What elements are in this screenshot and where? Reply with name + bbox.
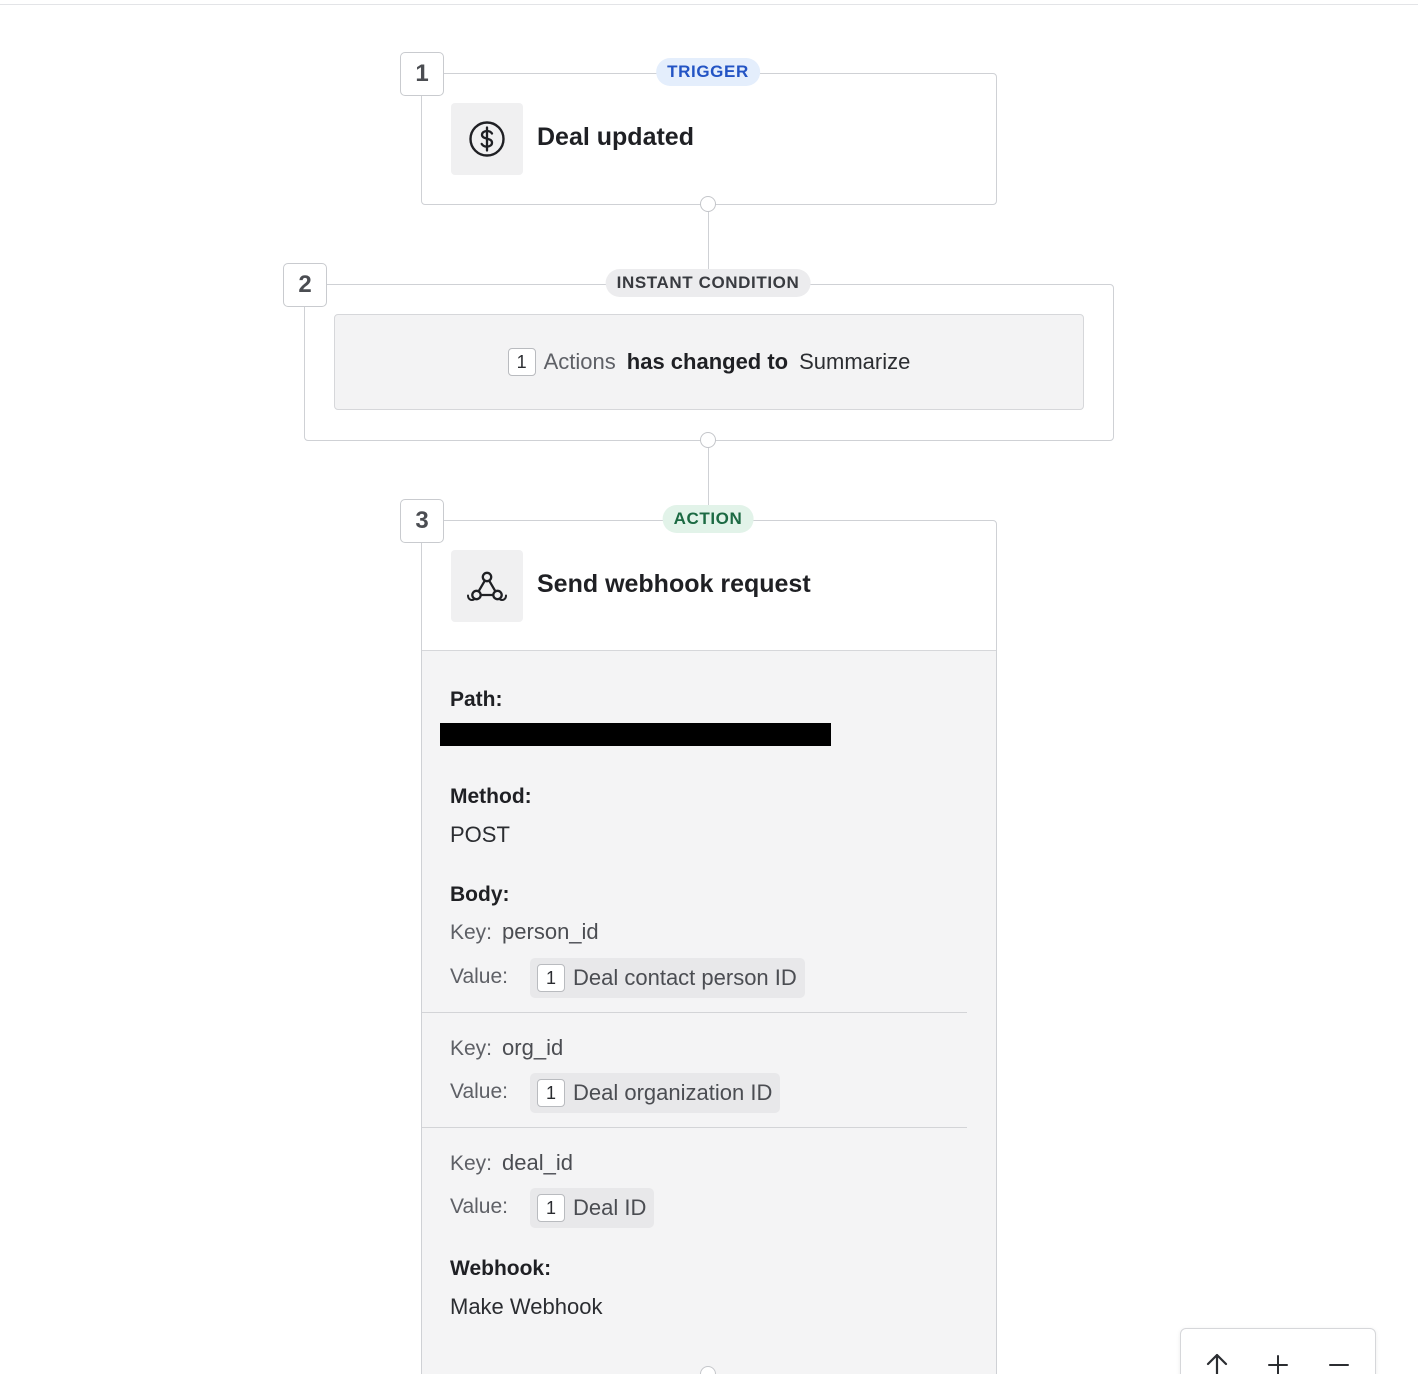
action-badge: ACTION bbox=[662, 505, 754, 533]
key-label: Key: bbox=[450, 1037, 493, 1060]
webhook-value: Make Webhook bbox=[450, 1294, 603, 1319]
body-key-row: Key: deal_id bbox=[450, 1150, 573, 1176]
value-label: Value: bbox=[450, 1080, 508, 1103]
header-divider bbox=[0, 4, 1418, 5]
body-separator bbox=[422, 1012, 967, 1013]
body-key: deal_id bbox=[502, 1150, 573, 1175]
condition-field: Actions bbox=[543, 349, 616, 374]
key-label: Key: bbox=[450, 1152, 493, 1175]
body-key-row: Key: person_id bbox=[450, 919, 599, 945]
body-separator bbox=[422, 1127, 967, 1128]
method-value: POST bbox=[450, 822, 510, 847]
automation-canvas: 1 TRIGGER Deal updated 2 INSTANT CONDITI… bbox=[0, 0, 1418, 1374]
trigger-title: Deal updated bbox=[537, 123, 694, 151]
connector-dot-1[interactable] bbox=[700, 196, 716, 212]
token-step-ref: 1 bbox=[537, 1079, 565, 1107]
condition-badge: INSTANT CONDITION bbox=[605, 269, 811, 297]
condition-value: Summarize bbox=[799, 349, 911, 374]
step-number-2: 2 bbox=[283, 263, 327, 307]
condition-operator: has changed to bbox=[626, 349, 789, 374]
condition-rule[interactable]: 1 Actions has changed to Summarize bbox=[334, 314, 1084, 410]
webhook-icon bbox=[451, 550, 523, 622]
body-key: person_id bbox=[502, 919, 599, 944]
path-label: Path: bbox=[450, 688, 503, 711]
token-label: Deal ID bbox=[573, 1195, 647, 1220]
connector-dot-2[interactable] bbox=[700, 432, 716, 448]
token-step-ref: 1 bbox=[537, 964, 565, 992]
value-token[interactable]: 1 Deal contact person ID bbox=[530, 958, 805, 998]
value-token[interactable]: 1 Deal organization ID bbox=[530, 1073, 781, 1113]
body-label: Body: bbox=[450, 883, 510, 906]
body-key: org_id bbox=[502, 1035, 564, 1060]
path-value-redacted bbox=[440, 723, 831, 746]
action-title: Send webhook request bbox=[537, 570, 811, 598]
trigger-badge: TRIGGER bbox=[656, 58, 760, 86]
webhook-label: Webhook: bbox=[450, 1257, 552, 1280]
arrow-up-icon[interactable] bbox=[1199, 1347, 1235, 1374]
action-details-panel: Path: Method: POST Body: Key: person_id V… bbox=[422, 650, 996, 1374]
body-key-row: Key: org_id bbox=[450, 1035, 563, 1061]
token-step-ref: 1 bbox=[537, 1194, 565, 1222]
zoom-controls bbox=[1180, 1328, 1376, 1374]
zoom-out-icon[interactable] bbox=[1321, 1347, 1357, 1374]
zoom-in-icon[interactable] bbox=[1260, 1347, 1296, 1374]
value-label: Value: bbox=[450, 1195, 508, 1218]
step-number-3: 3 bbox=[400, 499, 444, 543]
condition-step-ref: 1 bbox=[507, 348, 536, 376]
method-label: Method: bbox=[450, 785, 532, 808]
step-number-1: 1 bbox=[400, 52, 444, 96]
dollar-circle-icon bbox=[451, 103, 523, 175]
token-label: Deal organization ID bbox=[573, 1080, 773, 1105]
value-token[interactable]: 1 Deal ID bbox=[530, 1188, 655, 1228]
value-label: Value: bbox=[450, 965, 508, 988]
token-label: Deal contact person ID bbox=[573, 965, 797, 990]
key-label: Key: bbox=[450, 921, 493, 944]
